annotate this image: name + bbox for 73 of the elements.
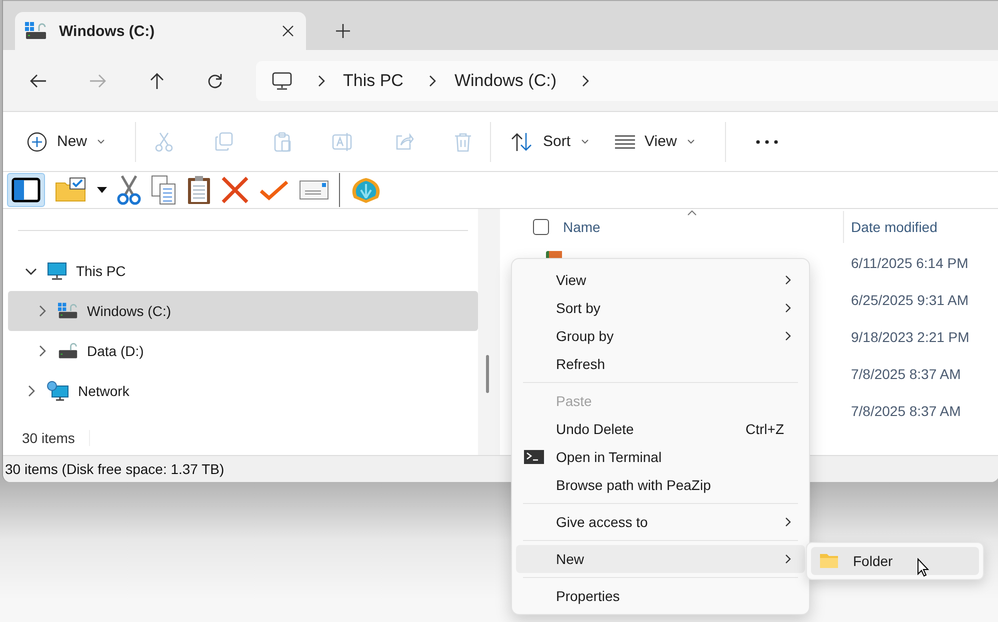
- monitor-icon: [47, 262, 67, 280]
- tree-item-label: Network: [78, 383, 130, 399]
- refresh-icon[interactable]: [207, 72, 223, 88]
- tree-item-label: Windows (C:): [87, 303, 172, 319]
- menu-item[interactable]: Sort by: [516, 294, 805, 322]
- tree-item[interactable]: Data (D:): [8, 331, 478, 371]
- date-cell: 6/25/2025 9:31 AM: [851, 292, 969, 308]
- cursor-icon: [917, 558, 929, 577]
- up-icon[interactable]: [149, 72, 165, 90]
- drive-icon: [25, 22, 47, 40]
- drive-icon: [58, 342, 78, 360]
- item-count: 30 items: [22, 430, 75, 446]
- chevron-right-icon[interactable]: [318, 74, 325, 86]
- column-header[interactable]: Date modified: [851, 218, 938, 234]
- folder-icon: [819, 553, 839, 569]
- column-header[interactable]: Name: [563, 218, 843, 234]
- menu-item[interactable]: New: [516, 545, 805, 573]
- monitor-icon: [272, 72, 292, 90]
- view-button[interactable]: View: [612, 133, 703, 150]
- status-text: 30 items (Disk free space: 1.37 TB): [5, 461, 224, 477]
- menu-item[interactable]: Open in Terminal: [516, 443, 805, 471]
- delete-x-icon[interactable]: [221, 176, 249, 204]
- checkmark-icon[interactable]: [259, 179, 289, 201]
- dropdown-icon[interactable]: [97, 187, 107, 193]
- breadcrumb[interactable]: Windows (C:): [454, 70, 556, 90]
- menu-item[interactable]: Refresh: [516, 350, 805, 378]
- menu-item[interactable]: Folder: [811, 547, 979, 575]
- terminal-icon: [524, 450, 544, 464]
- menu-item[interactable]: Undo Delete Ctrl+Z: [516, 415, 805, 443]
- breadcrumb[interactable]: This PC: [343, 70, 404, 90]
- tree-item[interactable]: This PC: [8, 251, 478, 291]
- panel-icon: [11, 177, 41, 203]
- list-icon: [614, 134, 635, 148]
- tree-item[interactable]: Windows (C:): [8, 291, 478, 331]
- close-icon[interactable]: [282, 25, 294, 37]
- chevron-down-icon: [686, 139, 695, 144]
- select-all-checkbox[interactable]: [533, 218, 549, 234]
- chevron-right-icon[interactable]: [429, 74, 436, 86]
- chevron-right-icon[interactable]: [582, 74, 590, 86]
- menu-item[interactable]: Give access to: [516, 508, 805, 536]
- network-icon: [47, 381, 69, 401]
- tree-item-label: This PC: [76, 263, 126, 279]
- more-icon[interactable]: [756, 140, 778, 144]
- sort-icon: [511, 132, 534, 152]
- address-bar[interactable]: This PC Windows (C:): [256, 60, 998, 100]
- chevron-down-icon: [580, 139, 589, 144]
- menu-item[interactable]: View: [516, 266, 805, 294]
- date-cell: 7/8/2025 8:37 AM: [851, 402, 961, 418]
- plus-circle-icon: [27, 132, 47, 152]
- envelope-icon[interactable]: [299, 180, 329, 200]
- tree-item-label: Data (D:): [87, 343, 144, 359]
- chevron-down-icon: [97, 139, 106, 144]
- copy-pages-icon[interactable]: [151, 175, 177, 205]
- new-button[interactable]: New: [25, 132, 114, 152]
- scrollbar-thumb[interactable]: [486, 355, 489, 393]
- menu-item[interactable]: Group by: [516, 322, 805, 350]
- tab[interactable]: Windows (C:): [15, 12, 306, 50]
- folder-check-icon[interactable]: [55, 177, 87, 203]
- date-cell: 7/8/2025 8:37 AM: [851, 366, 961, 382]
- scissors-icon[interactable]: [117, 175, 141, 205]
- drive-icon: [58, 302, 78, 320]
- shortcut-text: Ctrl+Z: [746, 421, 784, 437]
- date-cell: 6/11/2025 6:14 PM: [851, 254, 968, 270]
- preview-pane-button[interactable]: [7, 173, 45, 207]
- date-cell: 9/18/2023 2:21 PM: [851, 328, 970, 344]
- new-tab-icon[interactable]: [336, 24, 350, 38]
- menu-item[interactable]: Properties: [516, 582, 805, 610]
- clipboard-icon[interactable]: [187, 175, 211, 205]
- sort-button[interactable]: Sort: [509, 132, 597, 152]
- back-icon[interactable]: [29, 72, 47, 88]
- sort-caret-icon: [687, 210, 697, 216]
- menu-item[interactable]: Browse path with PeaZip: [516, 471, 805, 499]
- tree-item[interactable]: Network: [8, 371, 478, 411]
